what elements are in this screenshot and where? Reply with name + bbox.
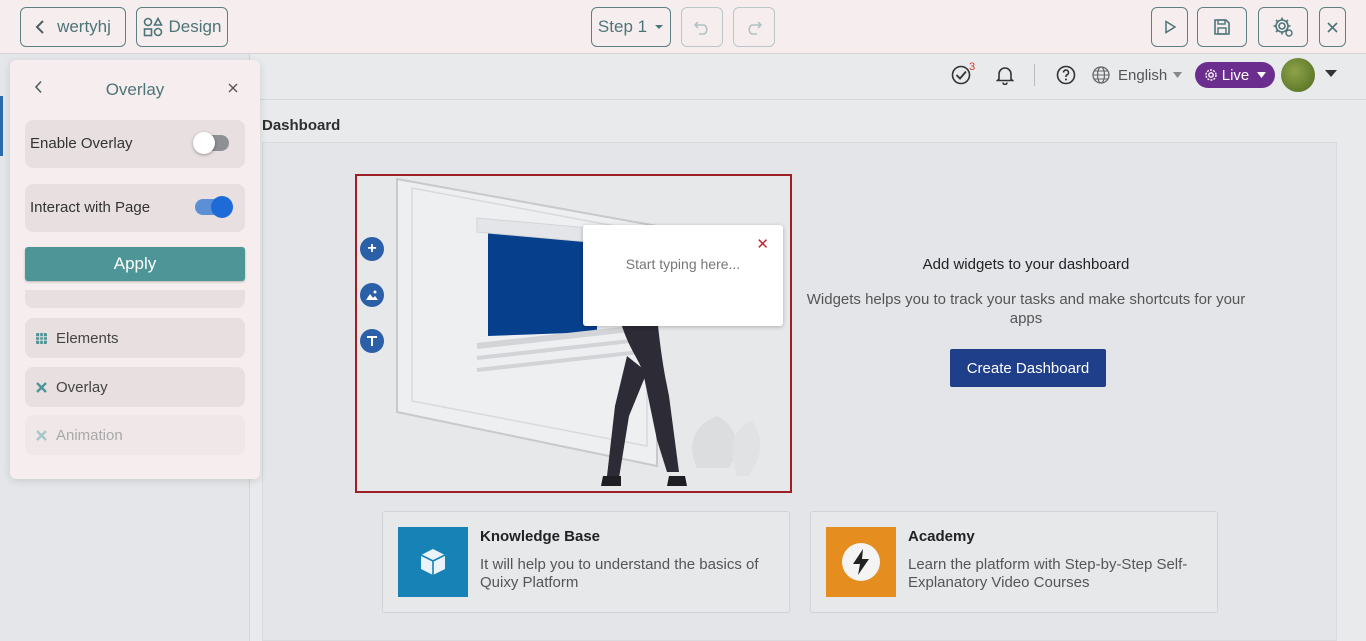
avatar[interactable] — [1281, 58, 1315, 92]
save-icon — [1214, 19, 1230, 35]
caret-down-icon — [1257, 72, 1267, 78]
add-image-button[interactable] — [360, 283, 384, 307]
interact-with-page-option: Interact with Page — [25, 184, 245, 232]
selected-image-element[interactable] — [355, 174, 792, 493]
top-toolbar: wertyhj Design Step 1 — [0, 0, 1366, 54]
close-icon — [228, 83, 238, 93]
toggle-knob — [193, 132, 215, 154]
undo-button[interactable] — [681, 7, 723, 47]
language-label: English — [1118, 66, 1168, 84]
card-description: Learn the platform with Step-by-Step Sel… — [908, 556, 1188, 591]
redo-button[interactable] — [733, 7, 775, 47]
caret-down-icon — [1173, 72, 1183, 78]
menu-item-label: Elements — [56, 329, 119, 347]
step-label: Step 1 — [597, 17, 648, 36]
grid-icon — [35, 332, 47, 344]
redo-icon — [748, 21, 763, 35]
menu-item-animation[interactable]: Animation — [25, 415, 245, 455]
play-icon — [1164, 20, 1176, 34]
close-icon — [1327, 21, 1338, 33]
lightning-icon — [826, 527, 896, 597]
gear-icon — [1205, 69, 1217, 81]
panel-header: Overlay — [10, 78, 260, 102]
page-title: Dashboard — [262, 117, 341, 134]
academy-card[interactable]: Academy Learn the platform with Step-by-… — [810, 511, 1218, 613]
interact-with-page-toggle[interactable] — [195, 196, 233, 218]
menu-item-overlay[interactable]: Overlay — [25, 367, 245, 407]
sidebar-active-indicator — [0, 96, 3, 156]
menu-item-partial — [25, 290, 245, 308]
menu-item-elements[interactable]: Elements — [25, 318, 245, 358]
enable-overlay-label: Enable Overlay — [30, 135, 133, 152]
add-element-button[interactable]: + — [360, 237, 384, 261]
enable-overlay-toggle[interactable] — [193, 132, 229, 154]
profile-caret-icon[interactable] — [1325, 70, 1337, 77]
create-dashboard-button[interactable]: Create Dashboard — [950, 349, 1106, 387]
settings-button[interactable] — [1258, 7, 1308, 47]
panel-close-button[interactable] — [228, 80, 238, 97]
back-button[interactable]: wertyhj — [20, 7, 126, 47]
design-label: Design — [168, 17, 222, 36]
live-status-button[interactable]: Live — [1195, 62, 1275, 88]
toggle-knob — [211, 196, 233, 218]
text-step-popup[interactable]: ✕ Start typing here... — [583, 225, 783, 326]
text-editor-placeholder[interactable]: Start typing here... — [583, 256, 783, 272]
close-popup-icon[interactable]: ✕ — [756, 235, 769, 253]
caret-down-icon — [655, 25, 664, 29]
help-icon[interactable] — [1055, 64, 1077, 86]
project-name: wertyhj — [57, 17, 111, 36]
knowledge-base-card[interactable]: Knowledge Base It will help you to under… — [382, 511, 790, 613]
empty-state-title: Add widgets to your dashboard — [922, 256, 1130, 273]
apply-button[interactable]: Apply — [25, 247, 245, 281]
overlay-icon — [35, 381, 47, 393]
globe-icon — [1092, 66, 1110, 84]
bell-icon[interactable] — [994, 64, 1016, 86]
preview-button[interactable] — [1151, 7, 1188, 47]
overlay-settings-panel: Overlay Enable Overlay Interact with Pag… — [10, 60, 260, 479]
design-button[interactable]: Design — [136, 7, 228, 47]
enable-overlay-option: Enable Overlay — [25, 120, 245, 168]
notification-badge: 3 — [969, 61, 976, 73]
cube-icon — [398, 527, 468, 597]
undo-icon — [693, 21, 708, 35]
empty-state-description: Widgets helps you to track your tasks an… — [806, 291, 1246, 327]
add-text-button[interactable] — [360, 329, 384, 353]
interact-label: Interact with Page — [30, 199, 151, 216]
live-label: Live — [1221, 66, 1250, 84]
menu-item-label: Overlay — [56, 378, 108, 396]
gear-icon — [1273, 17, 1293, 37]
chevron-left-icon — [35, 20, 44, 34]
menu-item-label: Animation — [56, 426, 123, 444]
panel-title: Overlay — [105, 80, 165, 99]
card-description: It will help you to understand the basic… — [480, 556, 759, 591]
animation-icon — [35, 429, 47, 441]
image-icon — [366, 290, 378, 300]
text-icon — [367, 336, 377, 346]
language-selector[interactable]: English — [1092, 63, 1183, 87]
step-selector[interactable]: Step 1 — [591, 7, 671, 47]
card-title: Knowledge Base — [480, 528, 601, 545]
save-button[interactable] — [1197, 7, 1247, 47]
person-presenting-illustration — [396, 177, 761, 486]
shapes-icon — [143, 17, 163, 37]
plus-icon: + — [367, 240, 377, 257]
close-editor-button[interactable] — [1319, 7, 1346, 47]
card-title: Academy — [908, 528, 975, 545]
header-divider — [1034, 64, 1035, 86]
